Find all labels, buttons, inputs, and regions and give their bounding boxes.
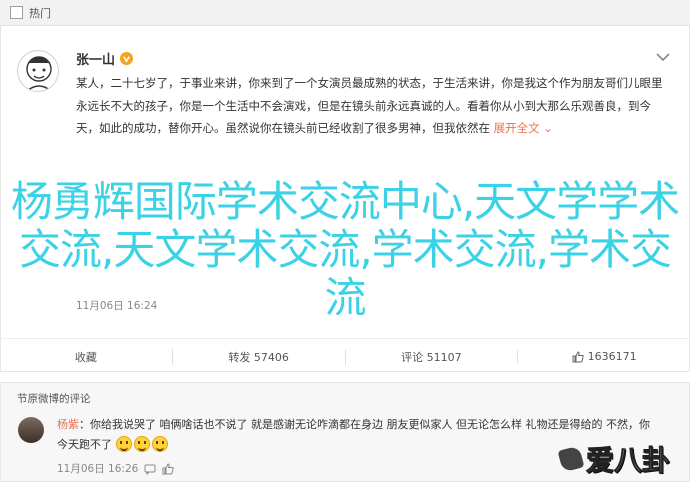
like-button[interactable]: 1636171 [517,350,690,363]
action-bar: 收藏 转发 57406 评论 51107 1636171 [0,338,690,374]
expand-link[interactable]: 展开全文 [494,121,540,135]
top-bar: 热门 [0,0,690,26]
like-count: 1636171 [587,350,637,363]
comment-label: 评论 51107 [401,350,462,364]
repost-label: 转发 57406 [228,350,289,364]
watermark-text: 爱八卦 [585,443,671,477]
topbar-label: 热门 [29,6,51,20]
chevron-down-icon[interactable]: ⌄ [543,121,553,135]
post-date[interactable]: 11月06日 16:24 [76,298,157,313]
favorite-button[interactable]: 收藏 [0,349,172,365]
thumbs-up-icon [572,350,584,362]
checkbox[interactable] [10,6,23,19]
repost-button[interactable]: 转发 57406 [171,348,345,365]
comment-source: 节原微博的评论 [17,393,91,405]
user-avatar[interactable] [17,50,59,92]
comment-meta: 11月06日 16:26 [57,461,174,476]
post-body: 某人，二十七岁了，于事业来讲，你来到了一个女演员最成熟的状态，于生活来讲，你是我… [76,72,672,140]
favorite-label: 收藏 [74,350,97,364]
chevron-down-icon[interactable] [656,52,670,62]
watermark-logo: 爱八卦 [557,435,690,482]
post-author[interactable]: 张一山 [76,49,134,68]
smiley-icon [151,436,168,452]
author-name[interactable]: 张一山 [76,49,115,68]
post-text: 某人，二十七岁了，于事业来讲，你来到了一个女演员最成熟的状态，于生活来讲，你是我… [76,76,663,135]
commenter-avatar[interactable] [18,417,44,443]
reply-icon[interactable] [144,463,156,475]
smiley-icon [115,436,132,452]
comment-date[interactable]: 11月06日 16:26 [57,461,138,476]
watermark-shape-icon [557,445,585,472]
avatar-illustration-icon [19,52,58,91]
verified-badge-icon [120,52,134,65]
commenter-name[interactable]: 杨紫 [57,418,79,431]
comment-button[interactable]: 评论 51107 [344,348,518,365]
smiley-icon [133,436,150,452]
thumbs-up-icon[interactable] [162,462,174,475]
